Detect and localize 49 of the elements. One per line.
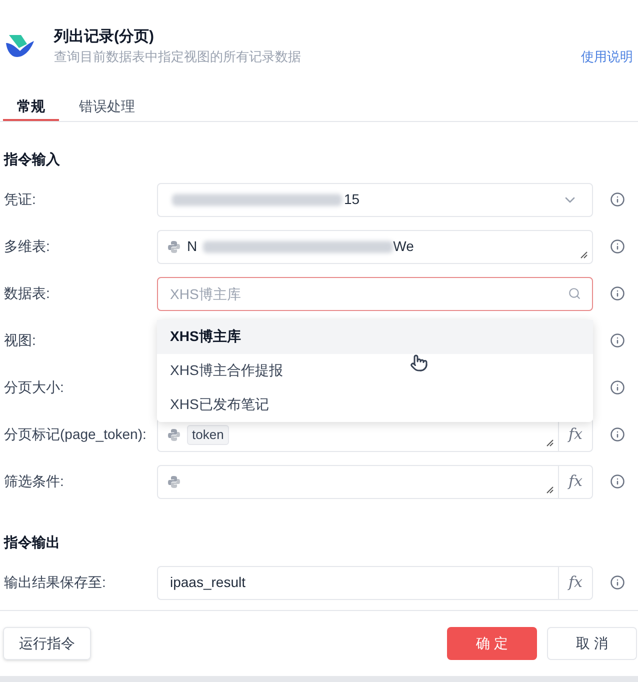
tab[interactable]: 常规 (3, 93, 59, 121)
variable-tag: token (187, 424, 229, 444)
search-field[interactable]: XHS博主库 (157, 276, 593, 310)
field-value: N (187, 237, 198, 256)
field-label: 多维表: (4, 237, 51, 256)
field-label: 筛选条件: (4, 472, 65, 491)
field-label: 分页标记(page_token): (4, 425, 148, 444)
output-field[interactable]: ipaas_result fx (157, 566, 593, 600)
search-icon (568, 286, 581, 300)
app-logo-icon (5, 33, 35, 59)
run-button[interactable]: 运行指令 (3, 627, 91, 660)
help-link[interactable]: 使用说明 (581, 47, 633, 66)
info-icon[interactable] (610, 239, 625, 254)
dialog-title: 列出记录(分页) (54, 27, 155, 47)
info-icon[interactable] (610, 474, 625, 489)
resize-handle-icon[interactable] (546, 486, 554, 494)
info-icon[interactable] (610, 427, 625, 442)
info-icon[interactable] (610, 192, 625, 207)
formula-button[interactable]: fx (558, 466, 592, 498)
field-value: ipaas_result (169, 573, 246, 592)
field-label: 分页大小: (4, 378, 65, 397)
info-icon[interactable] (610, 380, 625, 395)
code-field[interactable]: fx (157, 464, 593, 498)
section-title: 指令输入 (2, 150, 61, 169)
field-value: We (393, 237, 414, 256)
select-value: 15 (344, 190, 360, 209)
field-label: 数据表: (4, 284, 51, 303)
credential-select[interactable]: 15 (157, 182, 593, 216)
section-title: 指令输出 (2, 533, 61, 552)
info-icon[interactable] (610, 333, 625, 348)
formula-button[interactable]: fx (558, 566, 592, 598)
formula-button[interactable]: fx (558, 418, 592, 450)
info-icon[interactable] (610, 286, 625, 301)
dialog-subtitle: 查询目前数据表中指定视图的所有记录数据 (54, 48, 301, 66)
python-icon (167, 474, 181, 488)
field-label: 视图: (4, 331, 37, 350)
resize-handle-icon[interactable] (580, 250, 588, 258)
python-icon (167, 240, 181, 254)
info-icon[interactable] (610, 575, 625, 590)
dropdown-option[interactable]: XHS博主合作提报 (157, 354, 593, 388)
python-icon (167, 428, 181, 442)
code-field[interactable]: N We (157, 230, 593, 264)
dropdown-option[interactable]: XHS博主库 (157, 320, 593, 354)
resize-handle-icon[interactable] (546, 438, 554, 446)
hand-cursor-icon (410, 354, 428, 372)
field-label: 凭证: (4, 190, 37, 209)
tab[interactable]: 错误处理 (65, 93, 149, 121)
field-label: 输出结果保存至: (4, 573, 107, 592)
cancel-button[interactable]: 取 消 (547, 627, 637, 660)
